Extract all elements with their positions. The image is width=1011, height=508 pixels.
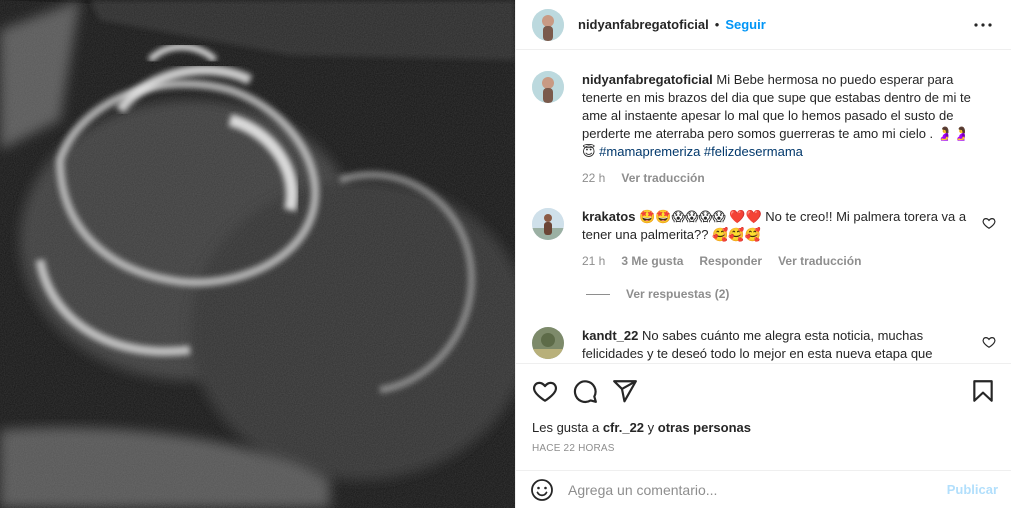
comment-author[interactable]: kandt_22 <box>582 328 638 343</box>
emoji-icon[interactable] <box>530 478 554 502</box>
post-actions: Les gusta a cfr._22 y otras personas HAC… <box>516 363 1011 454</box>
caption-translate-link[interactable]: Ver traducción <box>621 169 704 187</box>
heart-icon[interactable] <box>532 378 558 404</box>
reply-button[interactable]: Responder <box>699 252 762 270</box>
instagram-post-window: nidyanfabregatoficial • Seguir nidyanfab… <box>0 0 1011 508</box>
post-image[interactable] <box>0 0 515 508</box>
author-username[interactable]: nidyanfabregatoficial <box>578 17 709 32</box>
separator-dot: • <box>714 17 720 32</box>
comment-meta: 21 h 3 Me gusta Responder Ver traducción <box>582 252 982 270</box>
caption-time[interactable]: 22 h <box>582 169 605 187</box>
post-header: nidyanfabregatoficial • Seguir <box>516 0 1011 50</box>
likes-middle: y <box>644 420 658 435</box>
view-replies-button[interactable]: Ver respuestas (2) <box>586 287 729 301</box>
caption-hashtags[interactable]: #mamapremeriza #felizdesermama <box>599 144 803 159</box>
publish-button[interactable]: Publicar <box>947 482 998 497</box>
bookmark-icon[interactable] <box>970 378 996 404</box>
follow-button[interactable]: Seguir <box>725 17 765 32</box>
replies-line <box>586 293 610 295</box>
comments-list[interactable]: nidyanfabregatoficial Mi Bebe hermosa no… <box>516 51 1011 363</box>
likes-user[interactable]: cfr._22 <box>603 420 644 435</box>
action-icons-row <box>532 378 996 404</box>
caption-author[interactable]: nidyanfabregatoficial <box>582 72 713 87</box>
caption-meta: 22 h Ver traducción <box>582 169 982 187</box>
more-icon[interactable] <box>971 13 995 37</box>
caption-avatar[interactable] <box>532 71 564 103</box>
comment-text: 🤩🤩😱😱😱😱 ❤️❤️ No te creo!! Mi palmera tore… <box>582 209 967 242</box>
comment-like-heart-icon[interactable] <box>982 216 996 230</box>
comment-item: krakatos 🤩🤩😱😱😱😱 ❤️❤️ No te creo!! Mi pal… <box>532 208 996 270</box>
comment-translate-link[interactable]: Ver traducción <box>778 252 861 270</box>
author-avatar[interactable] <box>532 8 564 41</box>
commenter-avatar[interactable] <box>532 327 564 359</box>
likes-summary: Les gusta a cfr._22 y otras personas <box>532 420 996 435</box>
comment-time[interactable]: 21 h <box>582 252 605 270</box>
caption-text-block: nidyanfabregatoficial Mi Bebe hermosa no… <box>582 71 982 187</box>
comment-likes[interactable]: 3 Me gusta <box>621 252 683 270</box>
comment-icon[interactable] <box>572 378 598 404</box>
comment-text-block: krakatos 🤩🤩😱😱😱😱 ❤️❤️ No te creo!! Mi pal… <box>582 208 982 270</box>
comment-text-block: kandt_22 No sabes cuánto me alegra esta … <box>582 327 982 363</box>
commenter-avatar[interactable] <box>532 208 564 240</box>
view-replies-label: Ver respuestas (2) <box>626 287 730 301</box>
likes-others[interactable]: otras personas <box>658 420 751 435</box>
share-icon[interactable] <box>612 378 638 404</box>
post-panel: nidyanfabregatoficial • Seguir nidyanfab… <box>515 0 1011 508</box>
add-comment-bar: Publicar <box>516 470 1011 508</box>
comment-input[interactable] <box>568 481 928 498</box>
comment-like-heart-icon[interactable] <box>982 335 996 349</box>
comment-item: kandt_22 No sabes cuánto me alegra esta … <box>532 327 996 363</box>
ultrasound-image <box>0 0 515 508</box>
post-age[interactable]: HACE 22 HORAS <box>532 443 996 454</box>
likes-prefix: Les gusta a <box>532 420 603 435</box>
caption-item: nidyanfabregatoficial Mi Bebe hermosa no… <box>532 71 996 187</box>
comment-author[interactable]: krakatos <box>582 209 635 224</box>
